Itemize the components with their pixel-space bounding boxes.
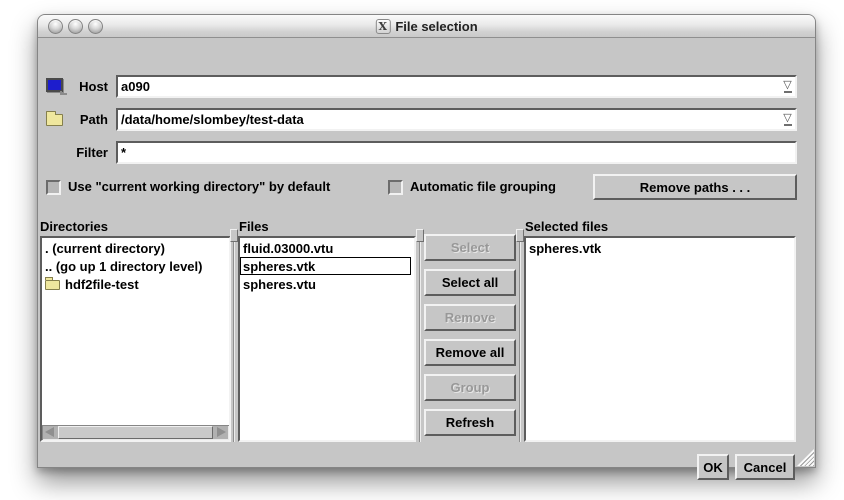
cwd-checkbox-label: Use "current working directory" by defau… [68, 174, 330, 200]
splitter-handle[interactable] [516, 229, 524, 242]
list-item-label: spheres.vtu [243, 277, 316, 292]
selected-files-panel: spheres.vtk [524, 236, 796, 442]
list-item[interactable]: spheres.vtk [526, 239, 794, 257]
options-row: Use "current working directory" by defau… [38, 174, 797, 200]
resize-grip[interactable] [797, 449, 814, 466]
directories-panel: . (current directory) .. (go up 1 directo… [40, 236, 231, 442]
ok-button[interactable]: OK [697, 454, 729, 480]
minimize-button[interactable] [68, 19, 83, 34]
host-row: Host ▽ [38, 75, 797, 98]
path-label: Path [38, 108, 108, 131]
host-input[interactable] [118, 77, 780, 96]
select-button[interactable]: Select [424, 234, 516, 261]
remove-button[interactable]: Remove [424, 304, 516, 331]
filter-label: Filter [38, 141, 108, 164]
filter-input[interactable] [118, 143, 795, 162]
list-item-label: .. (go up 1 directory level) [45, 259, 202, 274]
list-item-label: spheres.vtk [529, 241, 601, 256]
list-item[interactable]: .. (go up 1 directory level) [42, 257, 229, 275]
list-item-label: hdf2file-test [65, 277, 139, 292]
directories-list[interactable]: . (current directory) .. (go up 1 directo… [42, 238, 229, 425]
directories-header: Directories [40, 219, 108, 234]
window-titlebar[interactable]: X File selection [38, 15, 815, 38]
remove-all-button[interactable]: Remove all [424, 339, 516, 366]
chevron-down-icon: ▽ [783, 80, 791, 90]
refresh-button[interactable]: Refresh [424, 409, 516, 436]
list-item-label: fluid.03000.vtu [243, 241, 333, 256]
cwd-checkbox[interactable] [46, 180, 61, 195]
auto-grouping-checkbox[interactable] [388, 180, 403, 195]
path-field: ▽ [116, 108, 797, 131]
host-dropdown-button[interactable]: ▽ [780, 77, 795, 96]
list-item[interactable]: . (current directory) [42, 239, 229, 257]
host-field: ▽ [116, 75, 797, 98]
remove-paths-button[interactable]: Remove paths . . . [593, 174, 797, 200]
group-button[interactable]: Group [424, 374, 516, 401]
scroll-right-button[interactable] [217, 427, 226, 437]
files-header: Files [239, 219, 269, 234]
dialog-content: Host ▽ Path ▽ Filter Use "current w [38, 38, 815, 467]
close-button[interactable] [48, 19, 63, 34]
action-buttons: Select Select all Remove Remove all Group Ref… [424, 234, 516, 444]
select-all-button[interactable]: Select all [424, 269, 516, 296]
scroll-thumb[interactable] [58, 426, 213, 439]
window-title: File selection [395, 19, 477, 34]
selected-files-list[interactable]: spheres.vtk [526, 238, 794, 440]
list-item[interactable]: spheres.vtu [240, 275, 414, 293]
scroll-left-button[interactable] [45, 427, 54, 437]
splitter-handle[interactable] [416, 229, 424, 242]
selected-files-header: Selected files [525, 219, 608, 234]
path-row: Path ▽ [38, 108, 797, 131]
window-title-group: X File selection [375, 15, 477, 38]
splitter [516, 236, 524, 442]
list-item[interactable]: fluid.03000.vtu [240, 239, 414, 257]
path-dropdown-button[interactable]: ▽ [780, 110, 795, 129]
list-item[interactable]: spheres.vtk [240, 257, 411, 275]
host-label: Host [38, 75, 108, 98]
file-selection-window: X File selection Host ▽ Path ▽ Filter [37, 14, 816, 468]
files-list[interactable]: fluid.03000.vtu spheres.vtk spheres.vtu [240, 238, 414, 440]
zoom-button[interactable] [88, 19, 103, 34]
cancel-button[interactable]: Cancel [735, 454, 795, 480]
x11-icon: X [375, 19, 390, 34]
folder-icon [45, 280, 60, 290]
splitter [416, 236, 424, 442]
list-item-label: . (current directory) [45, 241, 165, 256]
splitter [230, 236, 238, 442]
auto-grouping-label: Automatic file grouping [410, 174, 556, 200]
list-item-label: spheres.vtk [243, 259, 315, 274]
chevron-down-icon: ▽ [783, 113, 791, 123]
directories-hscrollbar[interactable] [42, 425, 229, 440]
files-panel: fluid.03000.vtu spheres.vtk spheres.vtu [238, 236, 416, 442]
splitter-handle[interactable] [230, 229, 238, 242]
list-item[interactable]: hdf2file-test [42, 275, 229, 293]
filter-field [116, 141, 797, 164]
path-input[interactable] [118, 110, 780, 129]
filter-row: Filter [38, 141, 797, 164]
